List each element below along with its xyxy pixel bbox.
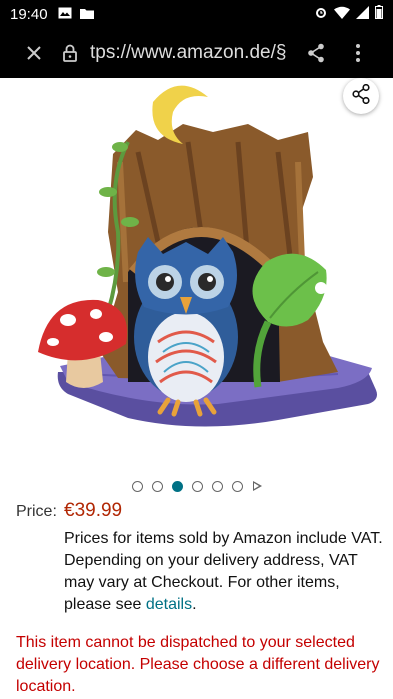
- play-triangle-icon[interactable]: [252, 481, 262, 491]
- url-text[interactable]: tps://www.amazon.de/§: [90, 42, 286, 64]
- product-share-button[interactable]: [343, 78, 379, 114]
- carousel-dot[interactable]: [211, 480, 223, 492]
- carousel-dot[interactable]: [191, 480, 203, 492]
- vat-note: Prices for items sold by Amazon include …: [64, 528, 384, 616]
- alarm-icon: [314, 5, 328, 23]
- wifi-icon: [334, 6, 350, 23]
- vat-details-link[interactable]: details: [146, 596, 192, 613]
- price-value: €39.99: [64, 500, 123, 521]
- status-time: 19:40: [10, 5, 48, 23]
- carousel-dot[interactable]: [131, 480, 143, 492]
- status-right-icons: [314, 5, 383, 23]
- browser-url-bar: tps://www.amazon.de/§: [0, 28, 393, 78]
- share-icon[interactable]: [294, 28, 338, 78]
- price-row: Price: €39.99: [16, 500, 122, 522]
- carousel-dot[interactable]: [231, 480, 243, 492]
- carousel-dot-active[interactable]: [171, 480, 183, 492]
- more-vert-icon[interactable]: [338, 28, 378, 78]
- status-bar: 19:40: [0, 0, 393, 28]
- product-image[interactable]: [8, 82, 385, 452]
- battery-icon: [375, 5, 383, 23]
- vat-note-suffix: .: [192, 596, 197, 613]
- vat-note-text: Prices for items sold by Amazon include …: [64, 530, 383, 613]
- price-label: Price:: [16, 503, 57, 520]
- close-icon[interactable]: [14, 28, 54, 78]
- carousel-dot[interactable]: [151, 480, 163, 492]
- gallery-icon: [58, 6, 72, 23]
- image-carousel-dots: [0, 478, 393, 494]
- status-left-icons: [58, 6, 94, 23]
- folder-icon: [79, 6, 94, 23]
- product-image-area: [0, 78, 393, 470]
- dispatch-warning: This item cannot be dispatched to your s…: [16, 634, 380, 695]
- signal-icon: [356, 5, 369, 23]
- share-icon: [352, 83, 370, 109]
- lock-icon: [58, 28, 82, 78]
